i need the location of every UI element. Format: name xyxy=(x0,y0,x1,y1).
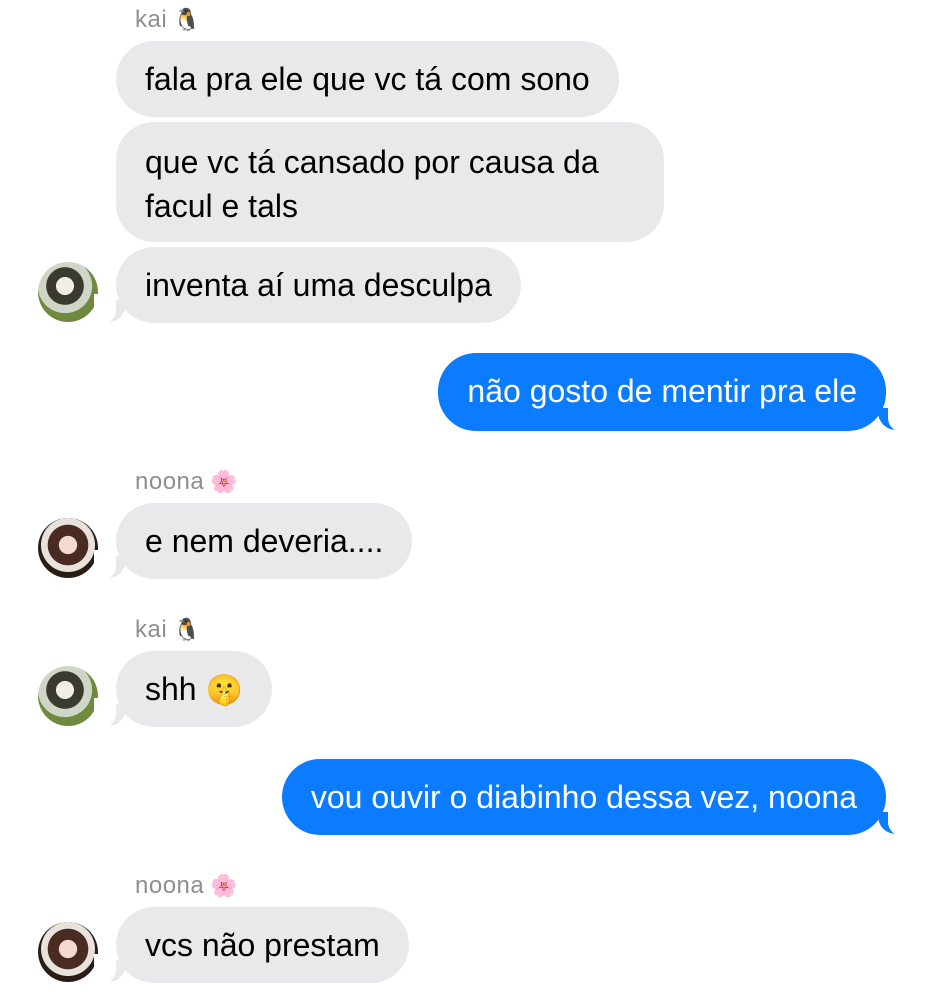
sender-name: noona xyxy=(135,872,205,899)
message-text: inventa aí uma desculpa xyxy=(145,267,492,303)
incoming-message-bubble[interactable]: e nem deveria.... xyxy=(116,503,413,579)
penguin-icon: 🐧 xyxy=(173,617,202,642)
kai-avatar[interactable] xyxy=(38,262,98,322)
incoming-message-bubble[interactable]: shh 🤫 xyxy=(116,651,272,727)
cherry-blossom-icon: 🌸 xyxy=(210,873,239,898)
outgoing-message-bubble[interactable]: vou ouvir o diabinho dessa vez, noona xyxy=(281,759,886,835)
bubble-tail-mask xyxy=(888,806,910,836)
incoming-message-bubble[interactable]: fala pra ele que vc tá com sono xyxy=(116,41,619,117)
outgoing-message-bubble[interactable]: não gosto de mentir pra ele xyxy=(438,353,886,431)
sender-name: kai xyxy=(135,6,168,33)
kai-avatar[interactable] xyxy=(38,666,98,726)
sender-label-kai: kai 🐧 xyxy=(135,5,201,35)
cherry-blossom-icon: 🌸 xyxy=(210,469,239,494)
message-text: vcs não prestam xyxy=(145,927,380,963)
sender-label-kai: kai 🐧 xyxy=(135,615,201,645)
incoming-message-bubble[interactable]: vcs não prestam xyxy=(116,907,409,983)
noona-avatar[interactable] xyxy=(38,922,98,982)
shushing-face-icon: 🤫 xyxy=(205,674,243,707)
incoming-message-bubble[interactable]: que vc tá cansado por causa da facul e t… xyxy=(116,122,664,242)
incoming-message-bubble[interactable]: inventa aí uma desculpa xyxy=(116,247,521,323)
message-text: vou ouvir o diabinho dessa vez, noona xyxy=(310,779,857,815)
noona-avatar[interactable] xyxy=(38,518,98,578)
message-text: não gosto de mentir pra ele xyxy=(467,373,857,409)
sender-name: kai xyxy=(135,616,168,643)
penguin-icon: 🐧 xyxy=(173,7,202,32)
message-text: fala pra ele que vc tá com sono xyxy=(145,61,590,97)
sender-name: noona xyxy=(135,468,205,495)
message-text: shh xyxy=(145,671,197,707)
sender-label-noona: noona 🌸 xyxy=(135,871,238,901)
message-text: e nem deveria.... xyxy=(145,523,384,559)
message-text: que vc tá cansado por causa da facul e t… xyxy=(145,144,599,224)
sender-label-noona: noona 🌸 xyxy=(135,467,238,497)
bubble-tail-mask xyxy=(888,402,910,432)
